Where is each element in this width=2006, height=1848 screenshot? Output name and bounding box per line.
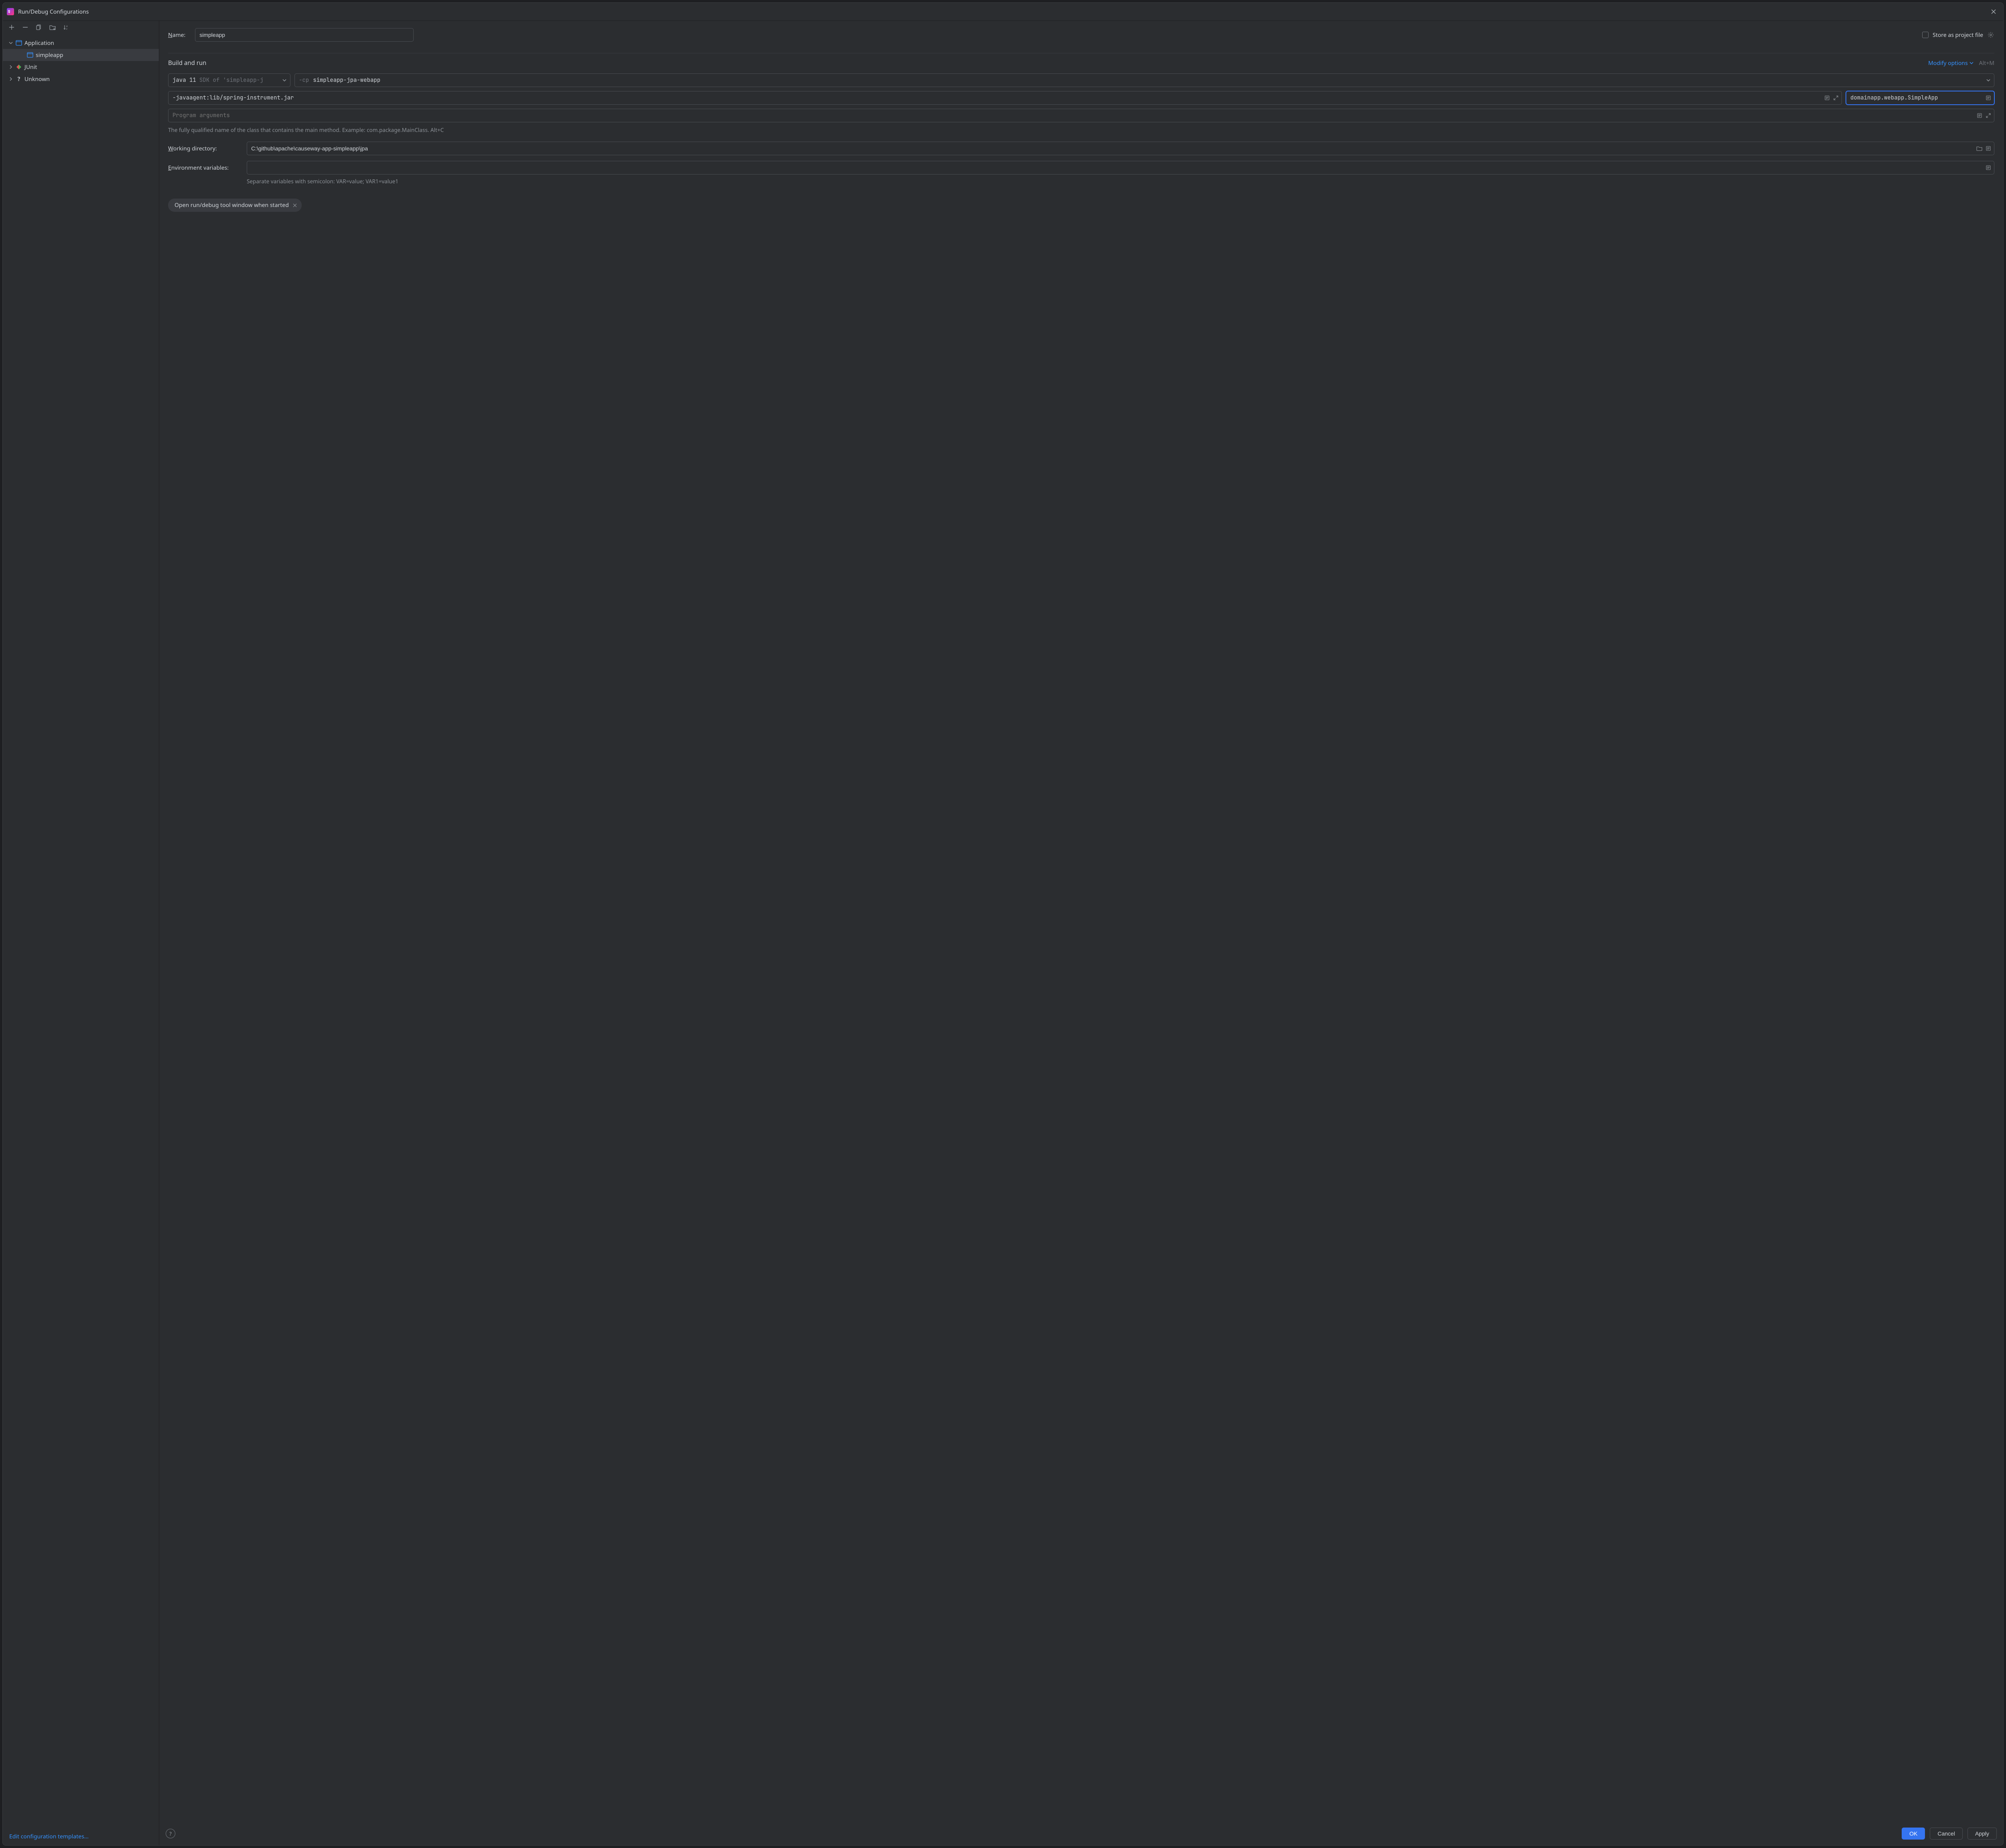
env-input[interactable] [247,161,1994,174]
working-dir-label: Working directory: [168,145,240,152]
tree-label: Unknown [24,75,50,83]
dialog-title: Run/Debug Configurations [18,8,1984,16]
program-args-wrap [168,109,1994,122]
chevron-right-icon [8,65,13,69]
chip-label: Open run/debug tool window when started [175,201,289,209]
chevron-right-icon [8,77,13,81]
history-icon[interactable] [1977,113,1982,118]
folder-icon[interactable] [1976,146,1982,151]
cancel-button[interactable]: Cancel [1930,1828,1963,1840]
main-class-helper: The fully qualified name of the class th… [168,126,1994,134]
close-button[interactable] [1988,6,1999,17]
checkbox-icon [1922,32,1929,38]
jdk-cp-row: java 11 SDK of 'simpleapp-j -cp simpleap… [168,73,1994,87]
cp-value: simpleapp-jpa-webapp [313,77,380,84]
main-class-input[interactable] [1846,91,1994,105]
copy-icon [36,24,42,30]
application-icon [16,40,22,46]
save-template-button[interactable] [49,23,57,31]
tree-label: Application [24,39,54,47]
store-label: Store as project file [1933,31,1983,39]
modify-options-link[interactable]: Modify options [1928,59,1974,67]
folder-save-icon [49,24,56,30]
tree-node-simpleapp[interactable]: simpleapp [3,49,159,61]
section-title: Build and run [168,59,206,67]
sort-icon: az [63,24,69,30]
sidebar: az Application simpleapp [3,21,159,1845]
config-tree: Application simpleapp JUnit [3,34,159,1827]
cp-flag: -cp [299,77,309,84]
history-icon[interactable] [1986,165,1991,170]
sidebar-footer: Edit configuration templates… [3,1827,159,1845]
chevron-down-icon [1969,61,1974,65]
add-config-button[interactable] [8,23,16,31]
apply-button[interactable]: Apply [1967,1828,1997,1840]
jdk-hint: SDK of 'simpleapp-j [199,77,264,84]
chip-remove[interactable] [293,203,297,207]
main-panel: Name: Store as project file Build and ru… [159,21,2003,1845]
program-args-row [168,109,1994,122]
copy-config-button[interactable] [35,23,43,31]
expand-icon[interactable] [1833,95,1839,101]
env-helper: Separate variables with semicolon: VAR=v… [247,178,1994,185]
chevron-down-icon [1986,78,1990,82]
gear-icon[interactable] [1987,31,1994,39]
jdk-select[interactable]: java 11 SDK of 'simpleapp-j [168,73,290,87]
close-icon [1991,9,1996,14]
classpath-select[interactable]: -cp simpleapp-jpa-webapp [294,73,1994,87]
jdk-value: java 11 [173,77,196,84]
history-icon[interactable] [1824,95,1830,101]
modify-label: Modify options [1928,59,1968,67]
name-input[interactable] [195,28,414,42]
program-args-input[interactable] [168,109,1994,122]
open-tool-window-chip[interactable]: Open run/debug tool window when started [168,199,302,212]
vm-options-wrap [168,91,1842,105]
expand-icon[interactable] [1986,113,1991,118]
modify-hint: Alt+M [1979,59,1994,67]
minus-icon [22,24,28,30]
working-dir-row: Working directory: [168,142,1994,155]
tree-node-junit[interactable]: JUnit [3,61,159,73]
tree-label: JUnit [24,63,37,71]
store-as-project-file[interactable]: Store as project file [1922,31,1994,39]
titlebar: Run/Debug Configurations [3,3,2003,21]
plus-icon [9,24,14,30]
close-icon [293,203,297,207]
run-debug-config-dialog: Run/Debug Configurations [2,2,2004,1846]
history-icon[interactable] [1986,95,1991,101]
junit-icon [16,64,22,70]
vm-main-row [168,91,1994,105]
dialog-footer: ? OK Cancel Apply [159,1824,2003,1845]
ok-button[interactable]: OK [1902,1828,1925,1840]
help-button[interactable]: ? [166,1829,175,1838]
dialog-body: az Application simpleapp [3,21,2003,1845]
svg-text:z: z [66,27,67,30]
tree-node-application[interactable]: Application [3,37,159,49]
sidebar-toolbar: az [3,21,159,34]
sort-button[interactable]: az [62,23,70,31]
edit-templates-link[interactable]: Edit configuration templates… [9,1833,89,1840]
chevron-down-icon [282,78,286,82]
name-row: Name: Store as project file [168,28,1994,42]
tree-label: simpleapp [36,51,63,59]
build-run-header: Build and run Modify options Alt+M [168,59,1994,67]
main-class-wrap [1846,91,1994,105]
history-icon[interactable] [1986,146,1991,151]
chevron-down-icon [8,41,13,45]
env-row: Environment variables: [168,161,1994,174]
name-label: Name: [168,31,185,39]
env-label: Environment variables: [168,164,240,172]
working-dir-input[interactable] [247,142,1994,155]
remove-config-button[interactable] [21,23,29,31]
main-scroll: Name: Store as project file Build and ru… [159,21,2003,1824]
tree-node-unknown[interactable]: ? Unknown [3,73,159,85]
app-icon [7,8,14,15]
application-icon [27,52,33,58]
question-icon: ? [16,76,22,82]
vm-options-input[interactable] [168,91,1842,105]
